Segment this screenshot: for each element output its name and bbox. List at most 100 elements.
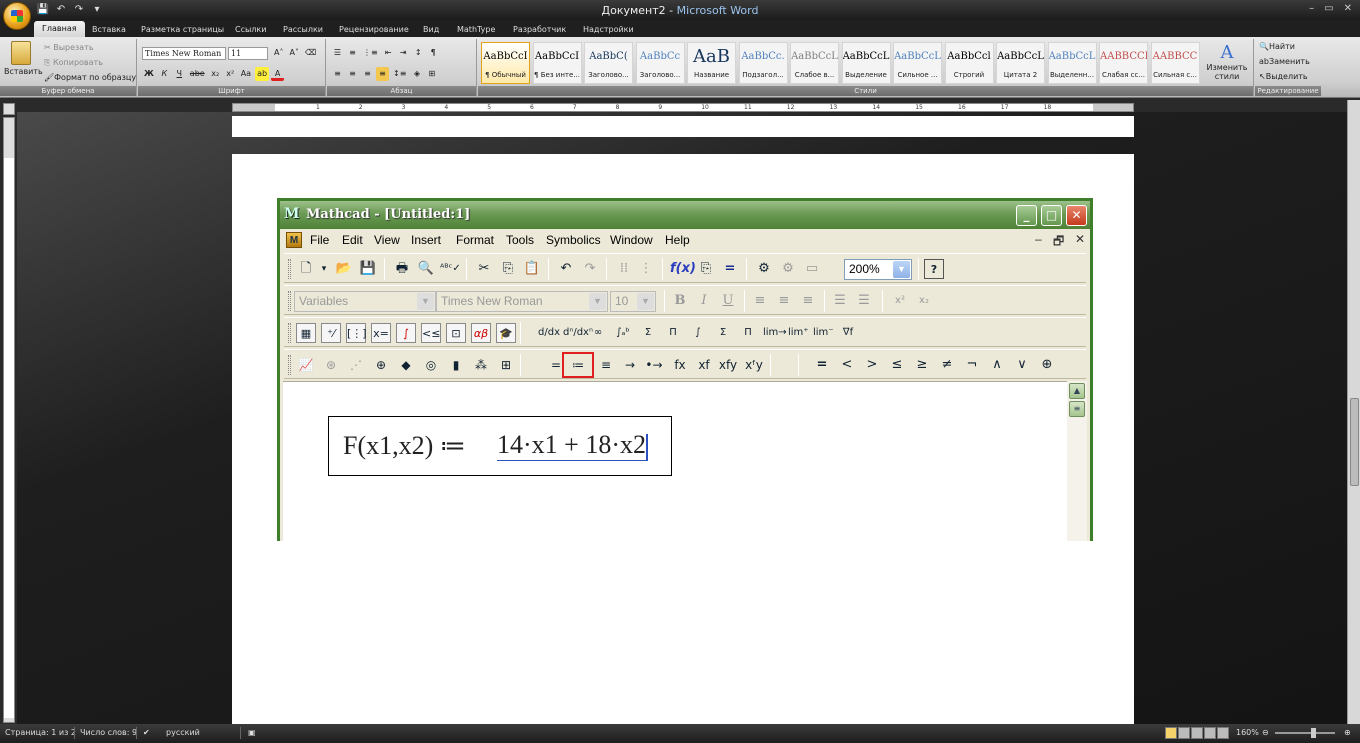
- pilcrow-icon[interactable]: ¶: [427, 46, 440, 60]
- style-item[interactable]: AaBbCcL Выделенн...: [1047, 42, 1097, 84]
- format-painter-button[interactable]: 🖌Формат по образцу: [44, 73, 136, 82]
- bullets-icon[interactable]: ☰: [830, 291, 850, 311]
- calculus-operator[interactable]: Π: [738, 323, 758, 343]
- calculus-operator[interactable]: d/dx: [538, 323, 560, 343]
- calculus-operator[interactable]: Σ: [713, 323, 733, 343]
- evaluation-operator[interactable]: ≡: [596, 355, 616, 375]
- palette-toggle-icon[interactable]: 🎓: [496, 323, 516, 343]
- evaluation-operator[interactable]: xfy: [718, 355, 738, 375]
- underline-button[interactable]: Ч: [173, 67, 186, 81]
- outline-view-button[interactable]: [1204, 727, 1216, 739]
- equation-rhs[interactable]: 14·x1 + 18·x2: [497, 431, 648, 462]
- close-button[interactable]: ✕: [1344, 3, 1352, 14]
- insert-unit-icon[interactable]: ⎘: [696, 259, 716, 279]
- vertical-ruler[interactable]: [3, 117, 15, 723]
- style-item[interactable]: AaBbCcI ¶ Обычный: [481, 42, 530, 84]
- palette-toggle-icon[interactable]: ∫: [396, 323, 416, 343]
- print-preview-icon[interactable]: 🔍: [416, 259, 436, 279]
- highlight-icon[interactable]: ab: [255, 67, 270, 81]
- boolean-operator[interactable]: <: [837, 355, 857, 375]
- evaluation-operator[interactable]: xf: [694, 355, 714, 375]
- calculus-operator[interactable]: lim⁺: [788, 323, 809, 343]
- shrink-font-button[interactable]: A˅: [287, 46, 300, 60]
- worksheet-scrollbar[interactable]: ▲ ≡: [1067, 381, 1087, 541]
- style-item[interactable]: AaBbCcl Строгий: [944, 42, 994, 84]
- proofing-icon[interactable]: ✔: [143, 728, 150, 737]
- calculus-operator[interactable]: dⁿ/dxⁿ: [563, 323, 593, 343]
- subscript-button[interactable]: x₂: [209, 67, 222, 81]
- zoom-in-icon[interactable]: ⊕: [1344, 728, 1351, 737]
- palette-toggle-icon[interactable]: ⊡: [446, 323, 466, 343]
- align-right-icon[interactable]: ≡: [361, 67, 374, 81]
- zoom-level[interactable]: 160%: [1236, 728, 1259, 737]
- font-size-select[interactable]: 11: [228, 47, 268, 60]
- boolean-operator[interactable]: ⊕: [1037, 355, 1057, 375]
- tab-mailings[interactable]: Рассылки: [283, 22, 323, 37]
- align-center-icon[interactable]: ≡: [774, 291, 794, 311]
- graph-type-icon[interactable]: ⊕: [371, 355, 391, 375]
- find-button[interactable]: 🔍Найти: [1259, 42, 1295, 51]
- new-icon[interactable]: 🗋: [296, 259, 316, 279]
- mathcad-maximize-button[interactable]: □: [1041, 205, 1062, 226]
- tab-page-layout[interactable]: Разметка страницы: [141, 22, 224, 37]
- word-count[interactable]: Число слов: 9: [80, 728, 137, 737]
- superscript-icon[interactable]: x²: [890, 291, 910, 311]
- italic-button[interactable]: К: [158, 67, 171, 81]
- numbering-icon[interactable]: ☰: [854, 291, 874, 311]
- clear-format-icon[interactable]: ⌫: [303, 46, 318, 60]
- maximize-button[interactable]: ▭: [1324, 3, 1333, 14]
- menu-format[interactable]: Format: [456, 233, 494, 247]
- size-select[interactable]: 10 ▼: [610, 291, 656, 312]
- style-item[interactable]: AaBbCc Заголово...: [635, 42, 685, 84]
- superscript-button[interactable]: x²: [224, 67, 237, 81]
- underline-button[interactable]: U: [718, 291, 738, 311]
- select-button[interactable]: ↖Выделить: [1259, 72, 1308, 81]
- tab-developer[interactable]: Разработчик: [513, 22, 566, 37]
- print-layout-view-button[interactable]: [1165, 727, 1177, 739]
- font-color-icon[interactable]: A: [271, 67, 285, 81]
- boolean-operator[interactable]: ∧: [987, 355, 1007, 375]
- graph-type-icon[interactable]: ⁂: [471, 355, 491, 375]
- calculus-operator[interactable]: Σ: [638, 323, 658, 343]
- ruler-toggle-button[interactable]: [3, 103, 15, 115]
- grow-font-button[interactable]: A˄: [272, 46, 285, 60]
- cut-icon[interactable]: ✂: [474, 259, 494, 279]
- align-center-icon[interactable]: ≡: [346, 67, 359, 81]
- style-item[interactable]: AaBbCcL Слабое в...: [790, 42, 839, 84]
- style-item[interactable]: AABBCCI Слабая сс...: [1099, 42, 1148, 84]
- graph-type-icon[interactable]: ⋰: [346, 355, 366, 375]
- menu-insert[interactable]: Insert: [411, 233, 441, 247]
- mathcad-worksheet[interactable]: F(x1,x2) ≔ 14·x1 + 18·x2: [283, 381, 1067, 541]
- menu-help[interactable]: Help: [665, 233, 690, 247]
- multilevel-icon[interactable]: ⋮≡: [361, 46, 380, 60]
- menu-edit[interactable]: Edit: [342, 233, 363, 247]
- menu-view[interactable]: View: [374, 233, 400, 247]
- align-down-icon[interactable]: ⋮: [636, 259, 656, 279]
- tab-mathtype[interactable]: MathType: [457, 22, 495, 37]
- style-item[interactable]: AaBbCcL Выделение: [841, 42, 891, 84]
- palette-toggle-icon[interactable]: ⁺⁄: [321, 323, 341, 343]
- vertical-scrollbar[interactable]: [1347, 100, 1360, 724]
- save-icon[interactable]: 💾: [358, 259, 378, 279]
- window-icon[interactable]: ▭: [802, 259, 822, 279]
- style-item[interactable]: AaBbCcL Сильное ...: [893, 42, 942, 84]
- definition-operator-button[interactable]: ≔: [562, 352, 594, 378]
- paste-button[interactable]: Вставить: [4, 41, 43, 76]
- boolean-operator[interactable]: ≥: [912, 355, 932, 375]
- strike-button[interactable]: abe: [188, 67, 207, 81]
- style-item[interactable]: AaB Название: [687, 42, 736, 84]
- subscript-icon[interactable]: x₂: [914, 291, 934, 311]
- undo-icon[interactable]: ↶: [556, 259, 576, 279]
- calculus-operator[interactable]: lim→: [763, 323, 787, 343]
- insert-function-icon[interactable]: f(x): [670, 259, 696, 279]
- graph-type-icon[interactable]: ▮: [446, 355, 466, 375]
- copy-icon[interactable]: ⎘: [498, 259, 518, 279]
- draft-view-button[interactable]: [1217, 727, 1229, 739]
- menu-file[interactable]: File: [310, 233, 329, 247]
- print-icon[interactable]: 🖶: [392, 259, 412, 279]
- numbering-icon[interactable]: ≡: [346, 46, 359, 60]
- evaluation-operator[interactable]: →: [620, 355, 640, 375]
- tab-home[interactable]: Главная: [34, 21, 85, 37]
- change-styles-button[interactable]: A Изменить стили: [1206, 42, 1248, 81]
- macro-record-icon[interactable]: ▣: [248, 728, 256, 737]
